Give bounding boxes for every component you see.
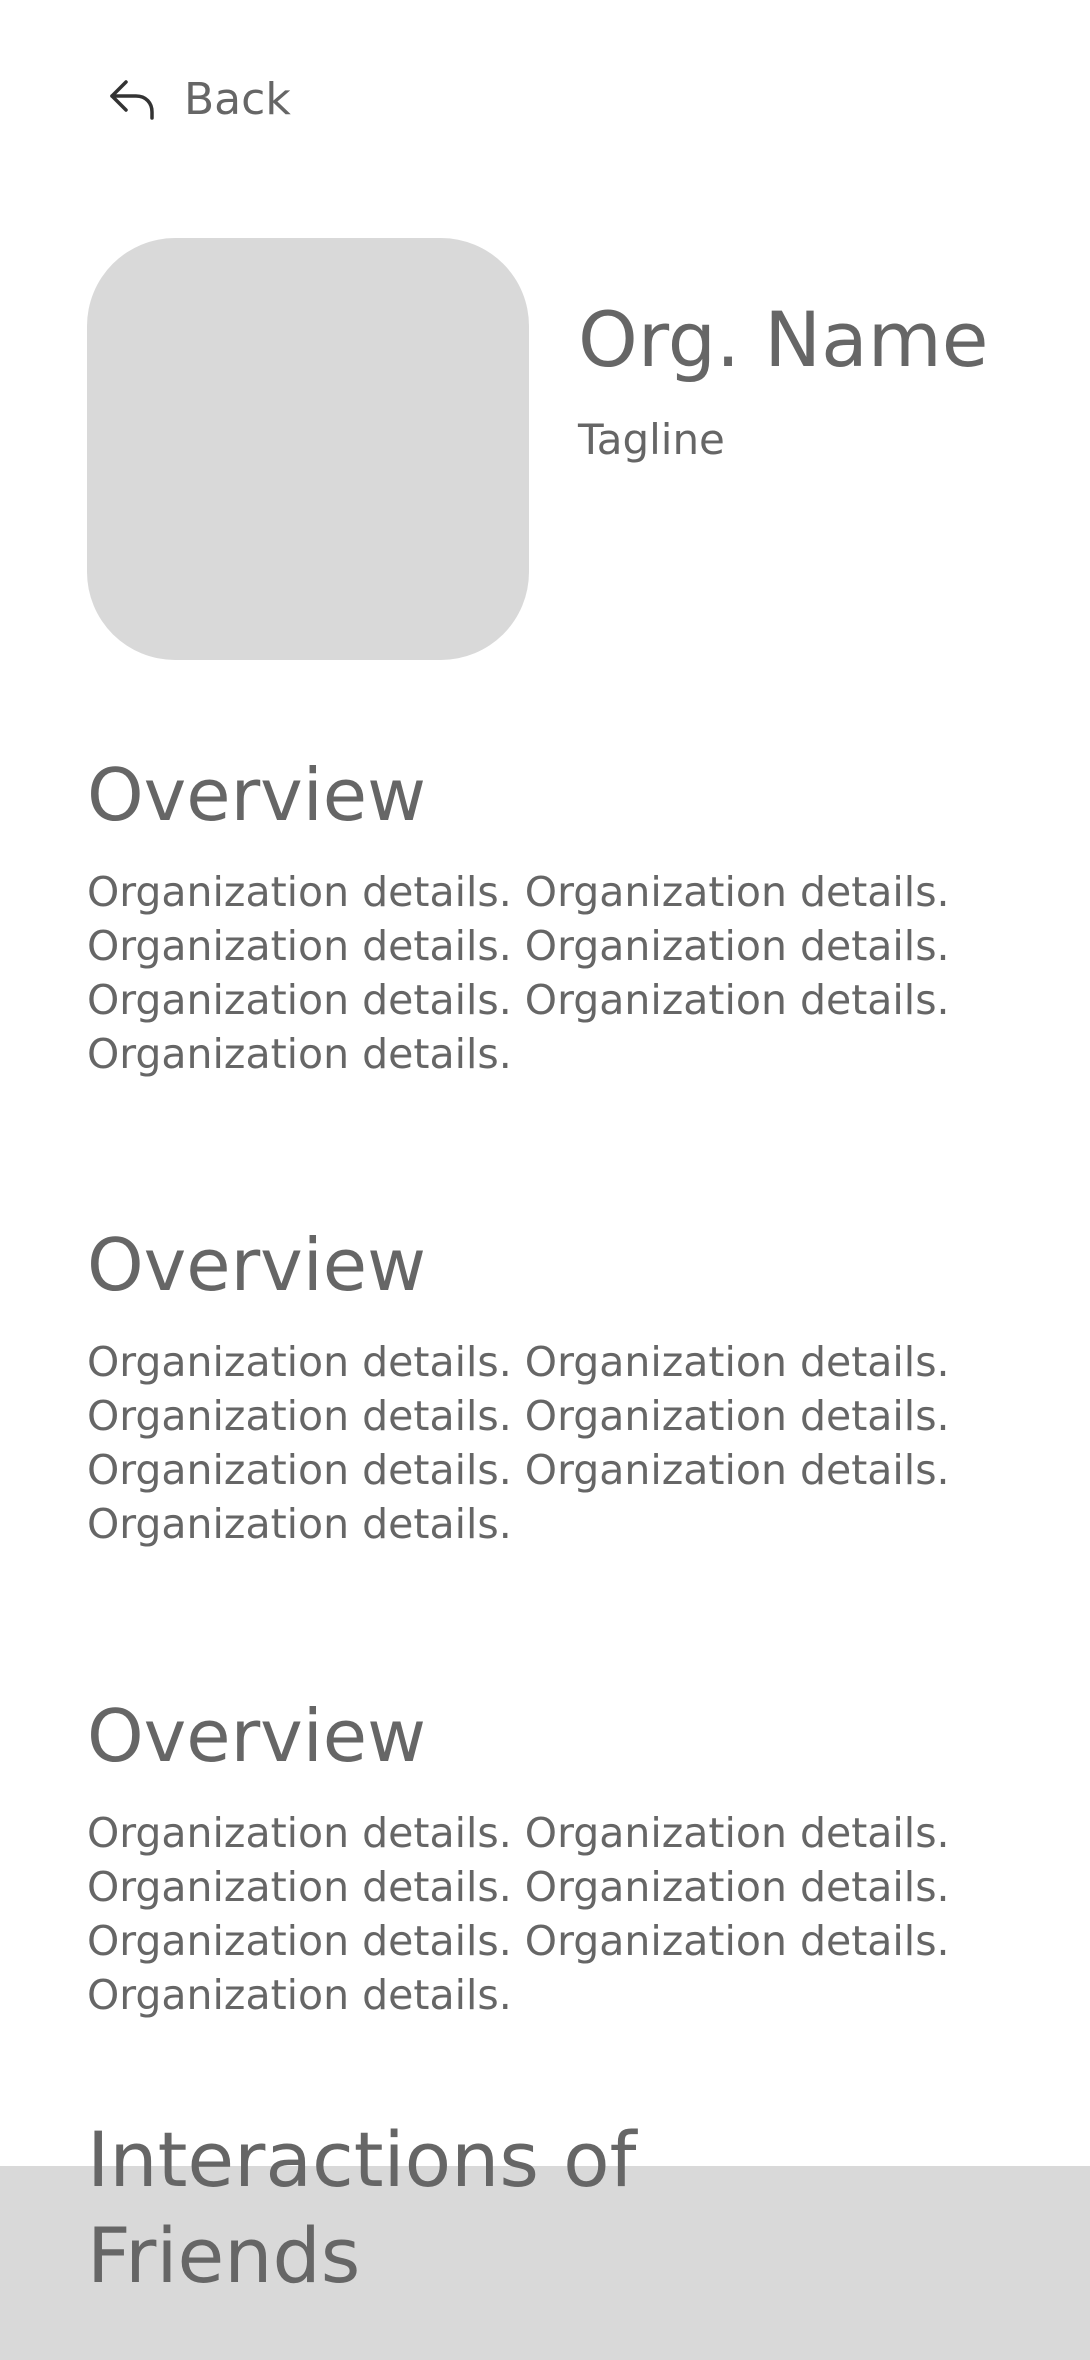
section-title: Overview [87,1694,426,1778]
section-body-line: Organization details. Organization detai… [87,1809,950,1857]
section-body-line: Organization details. Organization detai… [87,868,950,916]
section-body-line: Organization details. Organization detai… [87,1446,950,1494]
section-body: Organization details. Organization detai… [87,1806,1007,2022]
section-title: Overview [87,753,426,837]
section-body-line: Organization details. [87,1500,512,1548]
org-logo-placeholder [87,238,529,660]
section-body: Organization details. Organization detai… [87,1335,1007,1551]
section-body-line: Organization details. Organization detai… [87,1338,950,1386]
org-name: Org. Name [578,295,989,384]
overview-section: Overview Organization details. Organizat… [87,745,1007,1081]
back-arrow-icon [106,76,158,124]
section-body-line: Organization details. Organization detai… [87,1392,950,1440]
section-body-line: Organization details. Organization detai… [87,976,950,1024]
section-body-line: Organization details. [87,1030,512,1078]
section-body-line: Organization details. [87,1971,512,2019]
section-body-line: Organization details. Organization detai… [87,1917,950,1965]
section-title: Overview [87,1223,426,1307]
overview-section: Overview Organization details. Organizat… [87,1686,1007,2022]
section-body-line: Organization details. Organization detai… [87,922,950,970]
section-body: Organization details. Organization detai… [87,865,1007,1081]
org-tagline: Tagline [578,415,725,464]
overview-section: Overview Organization details. Organizat… [87,1215,1007,1551]
back-button[interactable]: Back [106,72,291,128]
back-label: Back [184,74,291,125]
friends-section-title: Interactions of Friends [87,2115,637,2300]
section-body-line: Organization details. Organization detai… [87,1863,950,1911]
